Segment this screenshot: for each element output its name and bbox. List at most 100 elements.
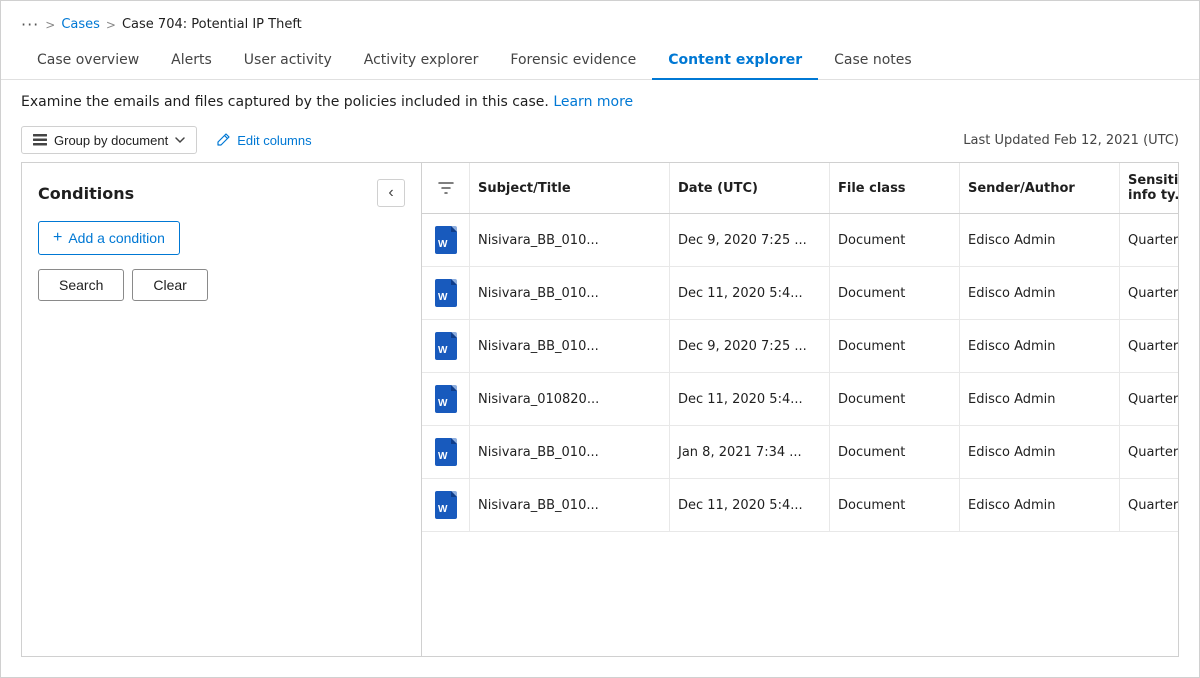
filter-icon xyxy=(437,179,455,197)
svg-text:W: W xyxy=(438,504,448,515)
chevron-down-icon xyxy=(174,134,186,146)
page-description: Examine the emails and files captured by… xyxy=(1,80,1199,120)
td-date: Dec 9, 2020 7:25 ... xyxy=(670,320,830,372)
word-doc-icon: W xyxy=(432,277,460,309)
tab-forensic-evidence[interactable]: Forensic evidence xyxy=(494,42,652,80)
th-icon xyxy=(422,163,470,213)
td-subject: Nisivara_BB_010... xyxy=(470,214,670,266)
td-sender: Edisco Admin xyxy=(960,373,1120,425)
td-file-class: Document xyxy=(830,267,960,319)
conditions-header: Conditions ‹ xyxy=(38,179,405,207)
th-sensitive: Sensitive info ty... xyxy=(1120,163,1178,213)
breadcrumb-dots[interactable]: ··· xyxy=(21,15,39,34)
table-row[interactable]: W Nisivara_BB_010...Dec 9, 2020 7:25 ...… xyxy=(422,214,1178,267)
svg-text:W: W xyxy=(438,398,448,409)
td-date: Dec 11, 2020 5:4... xyxy=(670,267,830,319)
plus-icon: + xyxy=(53,229,62,247)
td-sensitive: Quarter Year w/ ... xyxy=(1120,479,1178,531)
th-subject: Subject/Title xyxy=(470,163,670,213)
main-content: Conditions ‹ + Add a condition Search Cl… xyxy=(21,162,1179,657)
tab-content-explorer[interactable]: Content explorer xyxy=(652,42,818,80)
breadcrumb-sep1: > xyxy=(45,18,55,32)
td-file-icon: W xyxy=(422,426,470,478)
td-file-icon: W xyxy=(422,479,470,531)
th-sender: Sender/Author xyxy=(960,163,1120,213)
tab-case-notes[interactable]: Case notes xyxy=(818,42,928,80)
tab-alerts[interactable]: Alerts xyxy=(155,42,228,80)
td-sensitive: Quarter Year w/ ... xyxy=(1120,267,1178,319)
app-window: ··· > Cases > Case 704: Potential IP The… xyxy=(0,0,1200,678)
last-updated-label: Last Updated Feb 12, 2021 (UTC) xyxy=(963,133,1179,148)
td-file-class: Document xyxy=(830,373,960,425)
td-sensitive: Quarter Year w/ ... xyxy=(1120,373,1178,425)
word-doc-icon: W xyxy=(432,383,460,415)
svg-text:W: W xyxy=(438,292,448,303)
svg-text:W: W xyxy=(438,451,448,462)
group-by-label: Group by document xyxy=(54,133,168,148)
tab-user-activity[interactable]: User activity xyxy=(228,42,348,80)
add-condition-button[interactable]: + Add a condition xyxy=(38,221,180,255)
svg-text:W: W xyxy=(438,239,448,250)
td-file-class: Document xyxy=(830,479,960,531)
td-sender: Edisco Admin xyxy=(960,320,1120,372)
word-doc-icon: W xyxy=(432,436,460,468)
th-date: Date (UTC) xyxy=(670,163,830,213)
table-row[interactable]: W Nisivara_BB_010...Jan 8, 2021 7:34 ...… xyxy=(422,426,1178,479)
search-button[interactable]: Search xyxy=(38,269,124,301)
td-date: Dec 11, 2020 5:4... xyxy=(670,373,830,425)
collapse-panel-button[interactable]: ‹ xyxy=(377,179,405,207)
td-sender: Edisco Admin xyxy=(960,267,1120,319)
td-date: Jan 8, 2021 7:34 ... xyxy=(670,426,830,478)
td-file-icon: W xyxy=(422,373,470,425)
table-row[interactable]: W Nisivara_BB_010...Dec 11, 2020 5:4...D… xyxy=(422,267,1178,320)
table-row[interactable]: W Nisivara_BB_010...Dec 9, 2020 7:25 ...… xyxy=(422,320,1178,373)
td-subject: Nisivara_BB_010... xyxy=(470,267,670,319)
word-doc-icon: W xyxy=(432,489,460,521)
breadcrumb-current: Case 704: Potential IP Theft xyxy=(122,17,302,32)
results-area: Subject/Title Date (UTC) File class Send… xyxy=(422,163,1178,656)
group-by-button[interactable]: Group by document xyxy=(21,126,197,154)
table-rows: W Nisivara_BB_010...Dec 9, 2020 7:25 ...… xyxy=(422,214,1178,532)
breadcrumb-sep2: > xyxy=(106,18,116,32)
tab-activity-explorer[interactable]: Activity explorer xyxy=(348,42,495,80)
svg-text:W: W xyxy=(438,345,448,356)
edit-columns-label: Edit columns xyxy=(237,133,311,148)
td-file-icon: W xyxy=(422,214,470,266)
conditions-title: Conditions xyxy=(38,184,134,203)
td-sensitive: Quarter Year w/ ... xyxy=(1120,214,1178,266)
td-subject: Nisivara_BB_010... xyxy=(470,426,670,478)
rows-icon xyxy=(32,132,48,148)
td-file-icon: W xyxy=(422,267,470,319)
td-file-class: Document xyxy=(830,214,960,266)
td-file-class: Document xyxy=(830,426,960,478)
word-doc-icon: W xyxy=(432,224,460,256)
learn-more-link[interactable]: Learn more xyxy=(553,94,633,110)
table-row[interactable]: W Nisivara_BB_010...Dec 11, 2020 5:4...D… xyxy=(422,479,1178,532)
breadcrumb: ··· > Cases > Case 704: Potential IP The… xyxy=(1,1,1199,42)
td-subject: Nisivara_BB_010... xyxy=(470,479,670,531)
td-subject: Nisivara_BB_010... xyxy=(470,320,670,372)
td-sender: Edisco Admin xyxy=(960,426,1120,478)
edit-icon xyxy=(215,132,231,148)
table-row[interactable]: W Nisivara_010820...Dec 11, 2020 5:4...D… xyxy=(422,373,1178,426)
toolbar: Group by document Edit columns Last Upda… xyxy=(1,120,1199,162)
td-subject: Nisivara_010820... xyxy=(470,373,670,425)
tab-bar: Case overview Alerts User activity Activ… xyxy=(1,42,1199,80)
add-condition-label: Add a condition xyxy=(68,230,165,246)
td-sender: Edisco Admin xyxy=(960,214,1120,266)
toolbar-left: Group by document Edit columns xyxy=(21,126,320,154)
search-clear-row: Search Clear xyxy=(38,269,405,301)
tab-case-overview[interactable]: Case overview xyxy=(21,42,155,80)
word-doc-icon: W xyxy=(432,330,460,362)
td-file-class: Document xyxy=(830,320,960,372)
td-sensitive: Quarter Year w/ ... xyxy=(1120,320,1178,372)
th-fileclass: File class xyxy=(830,163,960,213)
conditions-panel: Conditions ‹ + Add a condition Search Cl… xyxy=(22,163,422,656)
breadcrumb-cases-link[interactable]: Cases xyxy=(61,17,100,32)
edit-columns-button[interactable]: Edit columns xyxy=(207,127,319,153)
td-date: Dec 11, 2020 5:4... xyxy=(670,479,830,531)
td-file-icon: W xyxy=(422,320,470,372)
td-date: Dec 9, 2020 7:25 ... xyxy=(670,214,830,266)
td-sensitive: Quarter Year w/ ... xyxy=(1120,426,1178,478)
clear-button[interactable]: Clear xyxy=(132,269,207,301)
